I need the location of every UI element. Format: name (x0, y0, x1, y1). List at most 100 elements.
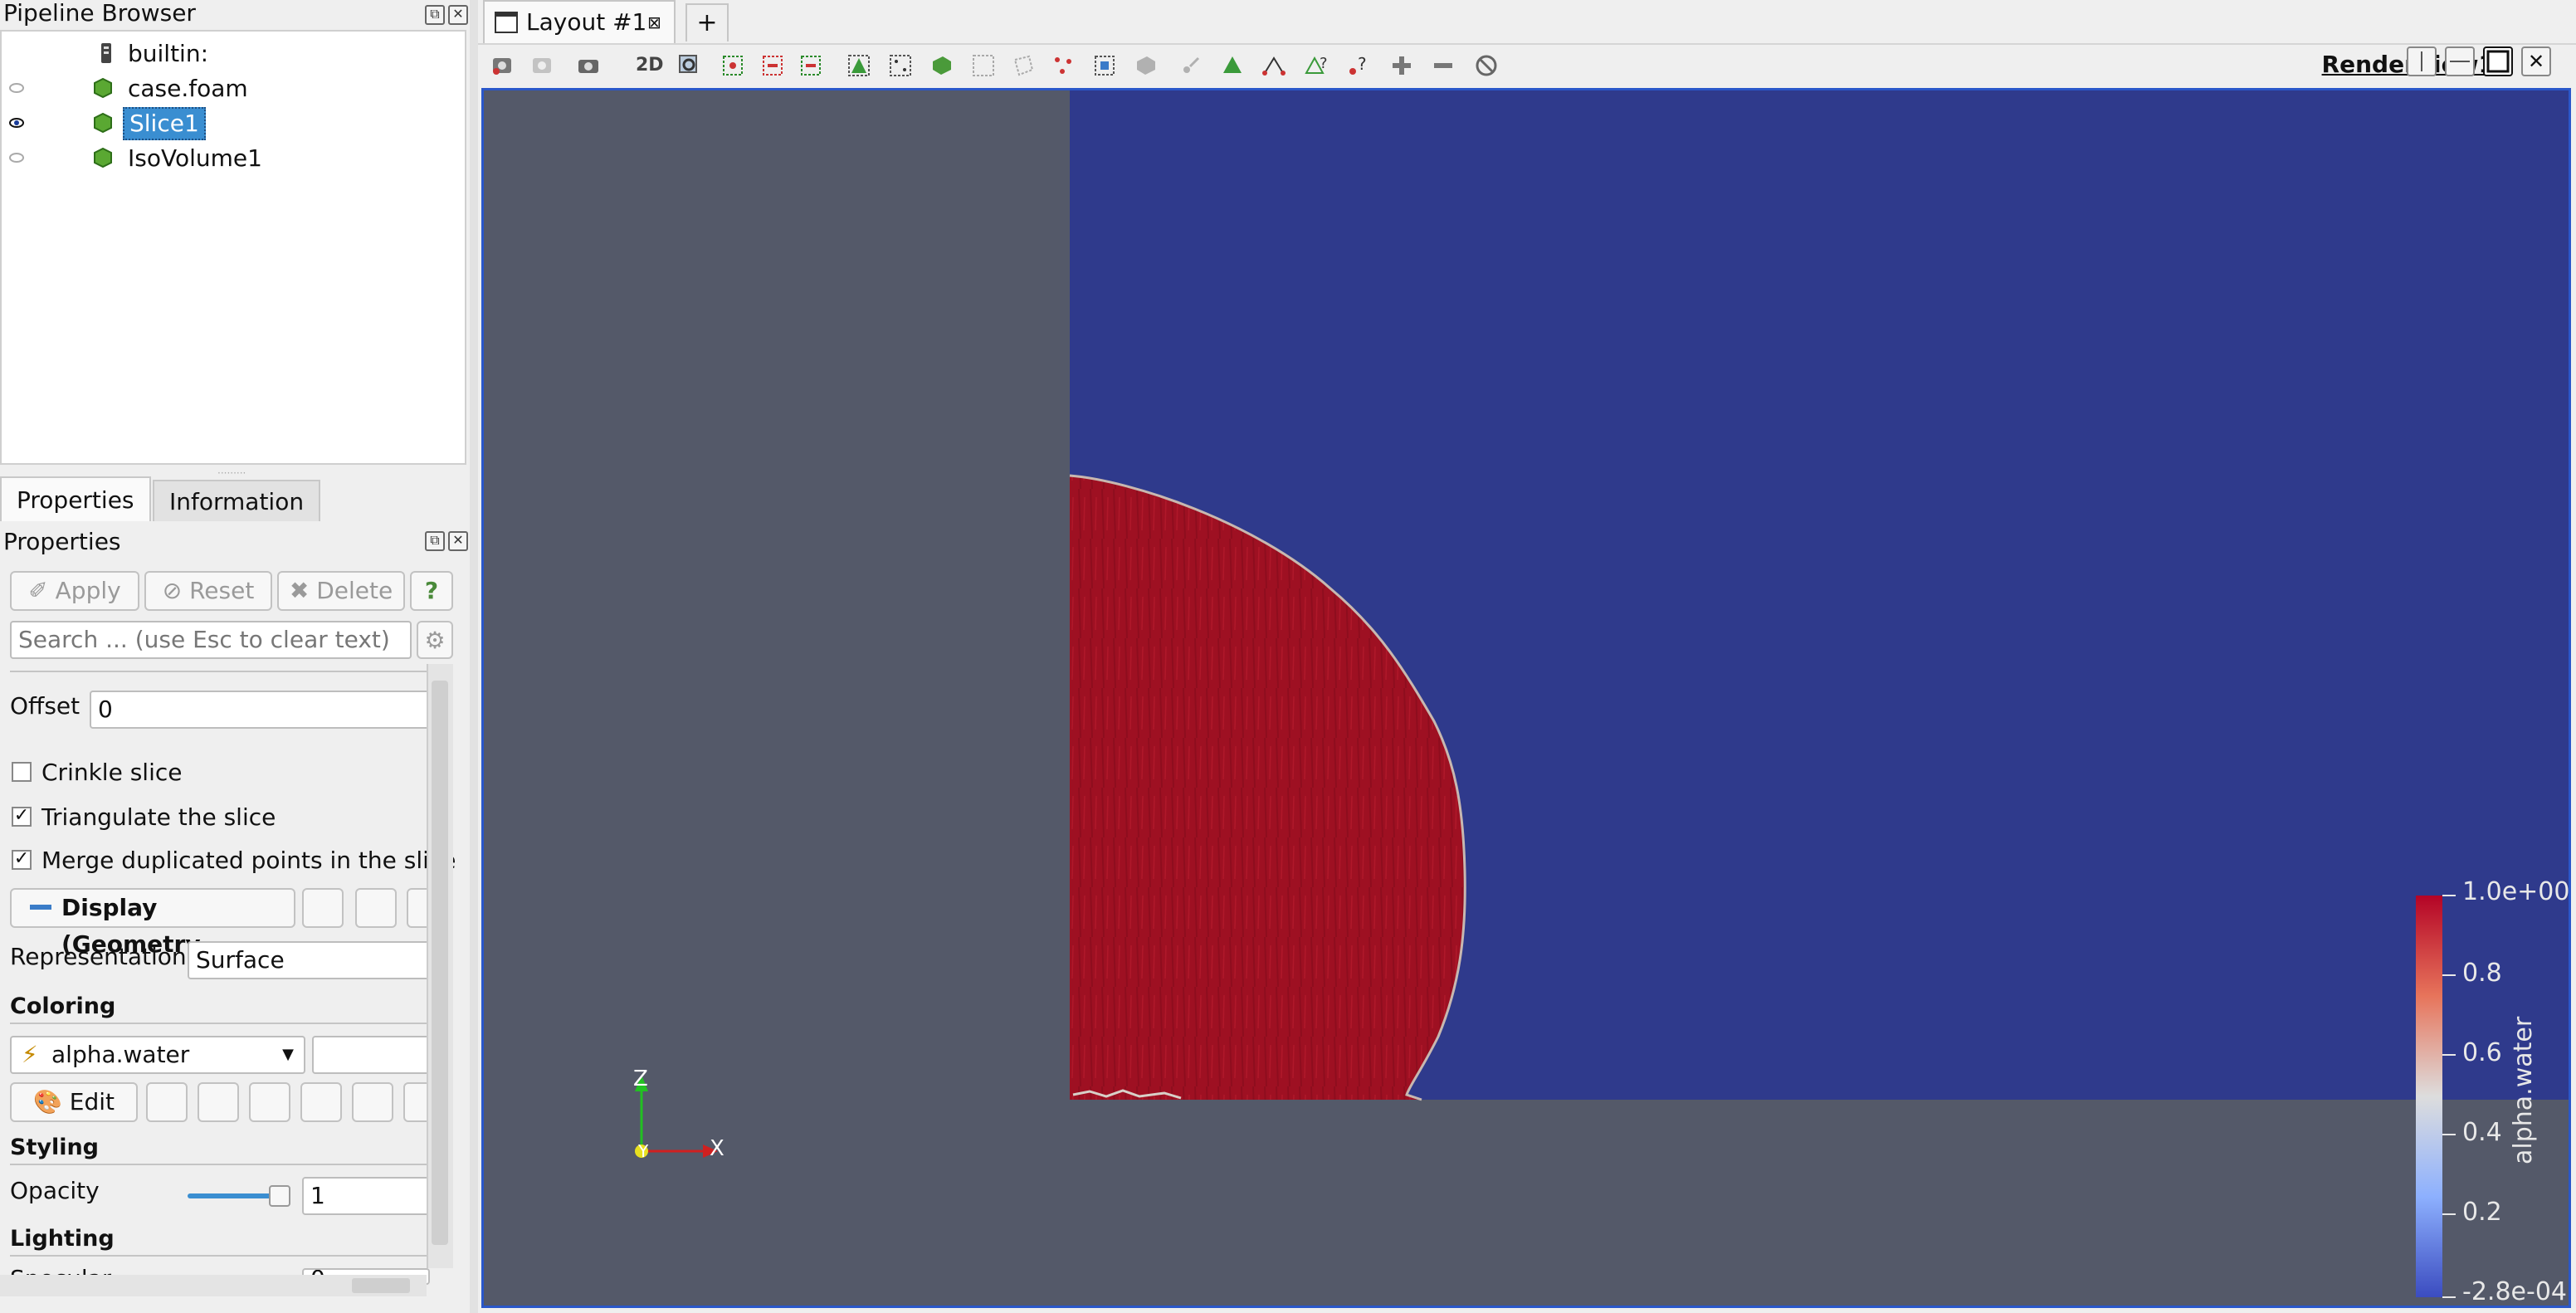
apply-icon: ✐ (28, 577, 56, 604)
select-polygon-cells-icon[interactable] (1011, 53, 1036, 78)
opacity-label: Opacity (10, 1177, 100, 1204)
add-layout-tab-button[interactable]: + (685, 3, 729, 41)
render-view[interactable]: Z Y X 1.0e+00 0.8 0.6 0.4 0.2 -2.8e-04 a… (481, 88, 2571, 1308)
hover-points-icon[interactable] (1178, 53, 1203, 78)
maximize-icon (2486, 50, 2510, 73)
eye-closed-icon[interactable] (8, 81, 25, 95)
select-points-through-icon[interactable] (971, 53, 996, 78)
display-section-toggle[interactable]: Display (Geometry (10, 888, 295, 958)
tab-information[interactable]: Information (153, 480, 321, 521)
paste-properties-button[interactable] (355, 888, 397, 928)
delete-button[interactable]: ✖ Delete (277, 571, 405, 611)
advanced-settings-button[interactable]: ⚙ (417, 621, 453, 659)
grow-selection-icon[interactable] (1261, 53, 1286, 78)
tree-item-label: case.foam (128, 75, 248, 102)
zoom-to-box-icon[interactable] (677, 53, 702, 78)
tree-item-isovolume1[interactable]: IsoVolume1 (2, 141, 465, 176)
eye-closed-icon[interactable] (8, 151, 25, 164)
tab-properties[interactable]: Properties (0, 476, 151, 521)
representation-label: Representation (10, 943, 187, 970)
pipeline-tree[interactable]: builtin: case.foam Slice1 IsoVolume1 (0, 30, 466, 465)
split-horizontal-button[interactable] (2407, 46, 2437, 76)
crinkle-checkbox[interactable] (12, 762, 32, 782)
pipeline-browser-title: Pipeline Browser (3, 0, 196, 27)
toggle-2d-button[interactable]: 2D (636, 55, 664, 76)
scrollbar-thumb[interactable] (352, 1278, 410, 1293)
camera-plus-x-icon[interactable] (720, 53, 745, 78)
axis-z-label: Z (633, 1067, 648, 1091)
split-horizontal-icon (2421, 51, 2422, 71)
source-cube-icon (94, 77, 112, 99)
close-tab-icon[interactable]: ⊠ (647, 2, 661, 43)
tree-item-slice1[interactable]: Slice1 (2, 106, 465, 141)
find-data-icon[interactable]: ? (1305, 53, 1329, 78)
layout-area: Layout #1 ⊠ + 2D ? ? RenderView1 ✕ (478, 0, 2576, 1313)
reset-button[interactable]: ⊘ Reset (144, 571, 272, 611)
eye-open-icon[interactable] (8, 116, 25, 129)
grow-icon[interactable] (1389, 53, 1414, 78)
reset-camera-closest-icon[interactable] (529, 53, 554, 78)
gear-icon: ⚙ (424, 627, 446, 654)
select-points-on-icon[interactable] (888, 53, 913, 78)
properties-horizontal-scrollbar[interactable] (0, 1275, 427, 1296)
clear-selection-icon[interactable] (1474, 53, 1499, 78)
reset-icon: ⊘ (162, 577, 190, 604)
properties-panel: Properties ⧉ ✕ ✐ Apply ⊘ Reset ✖ Delete … (0, 521, 468, 1313)
edit-colormap-button[interactable]: 🎨 Edit (10, 1082, 138, 1122)
opacity-slider-handle[interactable] (269, 1185, 290, 1207)
reset-camera-icon[interactable] (490, 53, 515, 78)
undock-icon[interactable]: ⧉ (425, 5, 445, 25)
copy-properties-button[interactable] (302, 888, 344, 928)
split-vertical-button[interactable] (2445, 46, 2475, 76)
favorite-preset-button[interactable] (352, 1082, 393, 1122)
tree-item-case-foam[interactable]: case.foam (2, 71, 465, 106)
close-view-button[interactable]: ✕ (2521, 46, 2551, 76)
undock-icon[interactable]: ⧉ (425, 531, 445, 551)
representation-select[interactable]: Surface (188, 941, 430, 979)
close-icon[interactable]: ✕ (448, 531, 468, 551)
rescale-data-range-button[interactable] (198, 1082, 239, 1122)
dock-splitter-handle[interactable]: ········· (217, 467, 251, 479)
triangulate-checkbox[interactable]: ✓ (12, 807, 32, 827)
rescale-temporal-range-button[interactable] (300, 1082, 342, 1122)
camera-minus-x-icon[interactable] (760, 53, 785, 78)
edit-label: Edit (69, 1088, 115, 1115)
tab-layout-1[interactable]: Layout #1 ⊠ (483, 0, 676, 43)
collapse-icon (30, 905, 51, 910)
render-scene (635, 90, 2569, 1298)
shrink-icon[interactable] (1431, 53, 1456, 78)
coloring-component-select[interactable] (312, 1036, 430, 1074)
choose-preset-button[interactable] (146, 1082, 188, 1122)
svg-text:?: ? (1358, 54, 1367, 74)
dock-splitter[interactable] (470, 0, 478, 1313)
scrollbar-thumb[interactable] (432, 681, 448, 1245)
merge-points-checkbox[interactable]: ✓ (12, 850, 32, 870)
point-data-icon: ⚡ (22, 1041, 38, 1068)
divider (10, 1255, 427, 1257)
help-button[interactable]: ? (410, 571, 453, 611)
coloring-array-select[interactable]: ⚡ alpha.water ▼ (10, 1036, 305, 1074)
apply-button[interactable]: ✐ Apply (10, 571, 139, 611)
select-cells-through-icon[interactable] (929, 53, 954, 78)
properties-vertical-scrollbar[interactable] (427, 664, 453, 1268)
interactive-select-icon[interactable] (1134, 53, 1159, 78)
styling-header: Styling (10, 1135, 100, 1160)
tree-item-builtin[interactable]: builtin: (2, 37, 465, 71)
colorbar-tick-label: 0.4 (2462, 1118, 2502, 1147)
rescale-custom-range-button[interactable] (249, 1082, 290, 1122)
opacity-field[interactable]: 1 (302, 1177, 430, 1215)
axis-y-label: Y (638, 1141, 649, 1161)
hover-cells-icon[interactable] (1220, 53, 1245, 78)
search-input[interactable]: Search ... (use Esc to clear text) (10, 621, 412, 659)
camera-plus-y-icon[interactable] (798, 53, 823, 78)
colormap-edit-icon: 🎨 (33, 1088, 70, 1115)
select-cells-on-icon[interactable] (846, 53, 871, 78)
offset-field[interactable]: 0 (90, 691, 430, 729)
select-polygon-points-icon[interactable] (1051, 53, 1076, 78)
screenshot-camera-icon[interactable] (576, 53, 601, 78)
query-selection-icon[interactable]: ? (1346, 53, 1371, 78)
axis-x-label: X (710, 1136, 724, 1161)
close-icon[interactable]: ✕ (448, 5, 468, 25)
maximize-view-button[interactable] (2483, 46, 2513, 76)
select-block-icon[interactable] (1092, 53, 1117, 78)
